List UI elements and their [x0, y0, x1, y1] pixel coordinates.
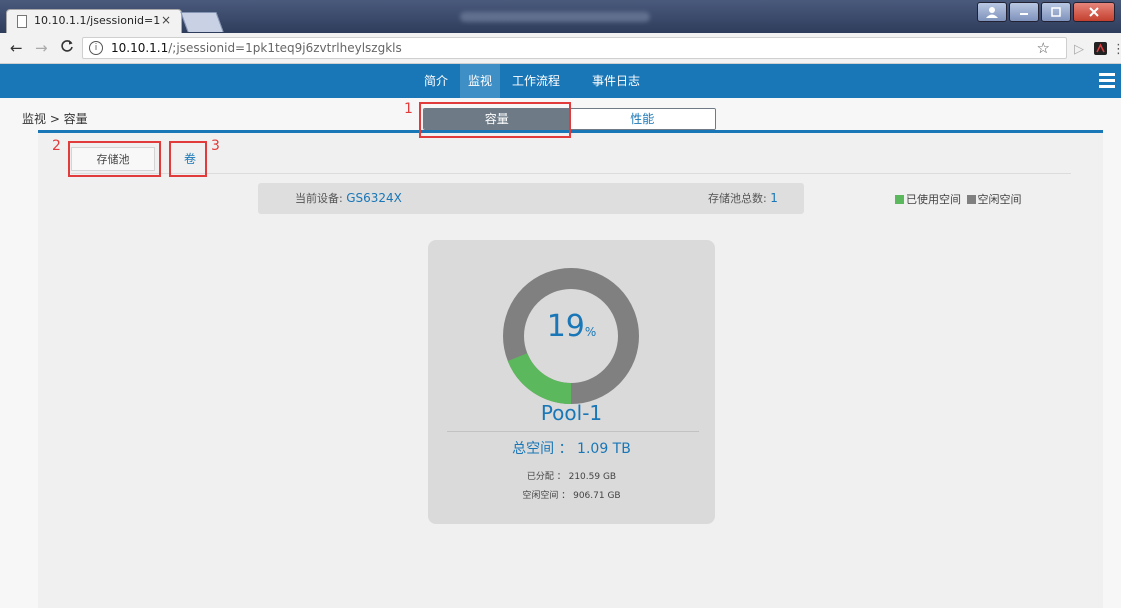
nav-workflow[interactable]: 工作流程: [504, 64, 568, 98]
nav-overview[interactable]: 简介: [416, 64, 456, 98]
annotation-box-3: [169, 141, 207, 177]
pool-card[interactable]: 19% Pool-1 总空间 ： 1.09 TB 已分配 ： 210.59 GB…: [428, 240, 715, 524]
tab-title: 10.10.1.1/jsessionid=1: [34, 14, 160, 27]
chart-legend: 已使用空间 空闲空间: [895, 191, 1022, 207]
donut-used-arc: [507, 352, 572, 404]
minimize-icon[interactable]: [1009, 2, 1039, 22]
pool-name: Pool-1: [540, 401, 603, 425]
new-tab-button[interactable]: [180, 12, 224, 32]
free-swatch: [966, 195, 976, 204]
current-device: 当前设备: GS6324X: [295, 191, 402, 205]
window-title-blurred: [460, 12, 650, 22]
annotation-label-3: 3: [211, 138, 220, 154]
total-space: 总空间 ： 1.09 TB: [512, 441, 631, 457]
maximize-icon[interactable]: [1041, 2, 1071, 22]
user-icon[interactable]: [977, 2, 1007, 22]
info-icon[interactable]: i: [89, 41, 103, 55]
device-info-bar: 当前设备: GS6324X 存储池总数: 1: [258, 183, 804, 214]
app-nav-bar: 简介 监视 工作流程 事件日志: [0, 64, 1121, 98]
subtab-divider: [71, 173, 1071, 174]
nav-event-log[interactable]: 事件日志: [584, 64, 648, 98]
used-swatch: [895, 195, 904, 204]
capacity-panel: 存储池 卷 当前设备: GS6324X 存储池总数: 1 已使用空间 空闲空间 …: [38, 133, 1103, 608]
annotation-label-2: 2: [52, 138, 61, 154]
legend-free: 空闲空间: [977, 193, 1022, 206]
menu-kebab-icon[interactable]: ⋮: [1112, 42, 1121, 57]
legend-used: 已使用空间: [906, 193, 961, 206]
usage-percent: 19%: [546, 309, 597, 344]
annotation-box-1: [419, 102, 571, 138]
page-icon: [17, 15, 27, 28]
window-controls: [977, 2, 1115, 22]
browser-titlebar: 10.10.1.1/jsessionid=1 ×: [0, 0, 1121, 33]
reload-icon[interactable]: [60, 39, 74, 57]
bookmark-star-icon[interactable]: ☆: [1037, 39, 1050, 57]
browser-toolbar: ← → i 10.10.1.1/;jsessionid=1pk1teq9j6zv…: [0, 33, 1121, 64]
card-divider: [447, 431, 699, 432]
hamburger-menu-icon[interactable]: [1099, 73, 1115, 91]
breadcrumb: 监视 > 容量: [22, 112, 88, 126]
back-icon[interactable]: ←: [10, 39, 23, 57]
extension-pdf-icon[interactable]: [1094, 42, 1107, 59]
device-link[interactable]: GS6324X: [346, 191, 402, 205]
allocated-space: 已分配 ： 210.59 GB: [526, 472, 617, 482]
close-window-icon[interactable]: [1073, 2, 1115, 22]
tab-performance[interactable]: 性能: [569, 109, 715, 129]
free-space: 空闲空间 ： 906.71 GB: [522, 491, 621, 501]
annotation-box-2: [68, 141, 161, 177]
tab-close-icon[interactable]: ×: [161, 13, 171, 27]
nav-monitor[interactable]: 监视: [460, 64, 501, 98]
pool-count: 存储池总数: 1: [708, 191, 778, 205]
forward-icon[interactable]: →: [35, 39, 48, 57]
browser-tab[interactable]: 10.10.1.1/jsessionid=1 ×: [6, 9, 182, 33]
url-text: 10.10.1.1/;jsessionid=1pk1teq9j6zvtrlhey…: [111, 41, 402, 55]
annotation-label-1: 1: [404, 101, 413, 117]
address-bar[interactable]: i 10.10.1.1/;jsessionid=1pk1teq9j6zvtrlh…: [82, 37, 1067, 59]
extension-bing-icon[interactable]: ▷: [1074, 42, 1084, 57]
